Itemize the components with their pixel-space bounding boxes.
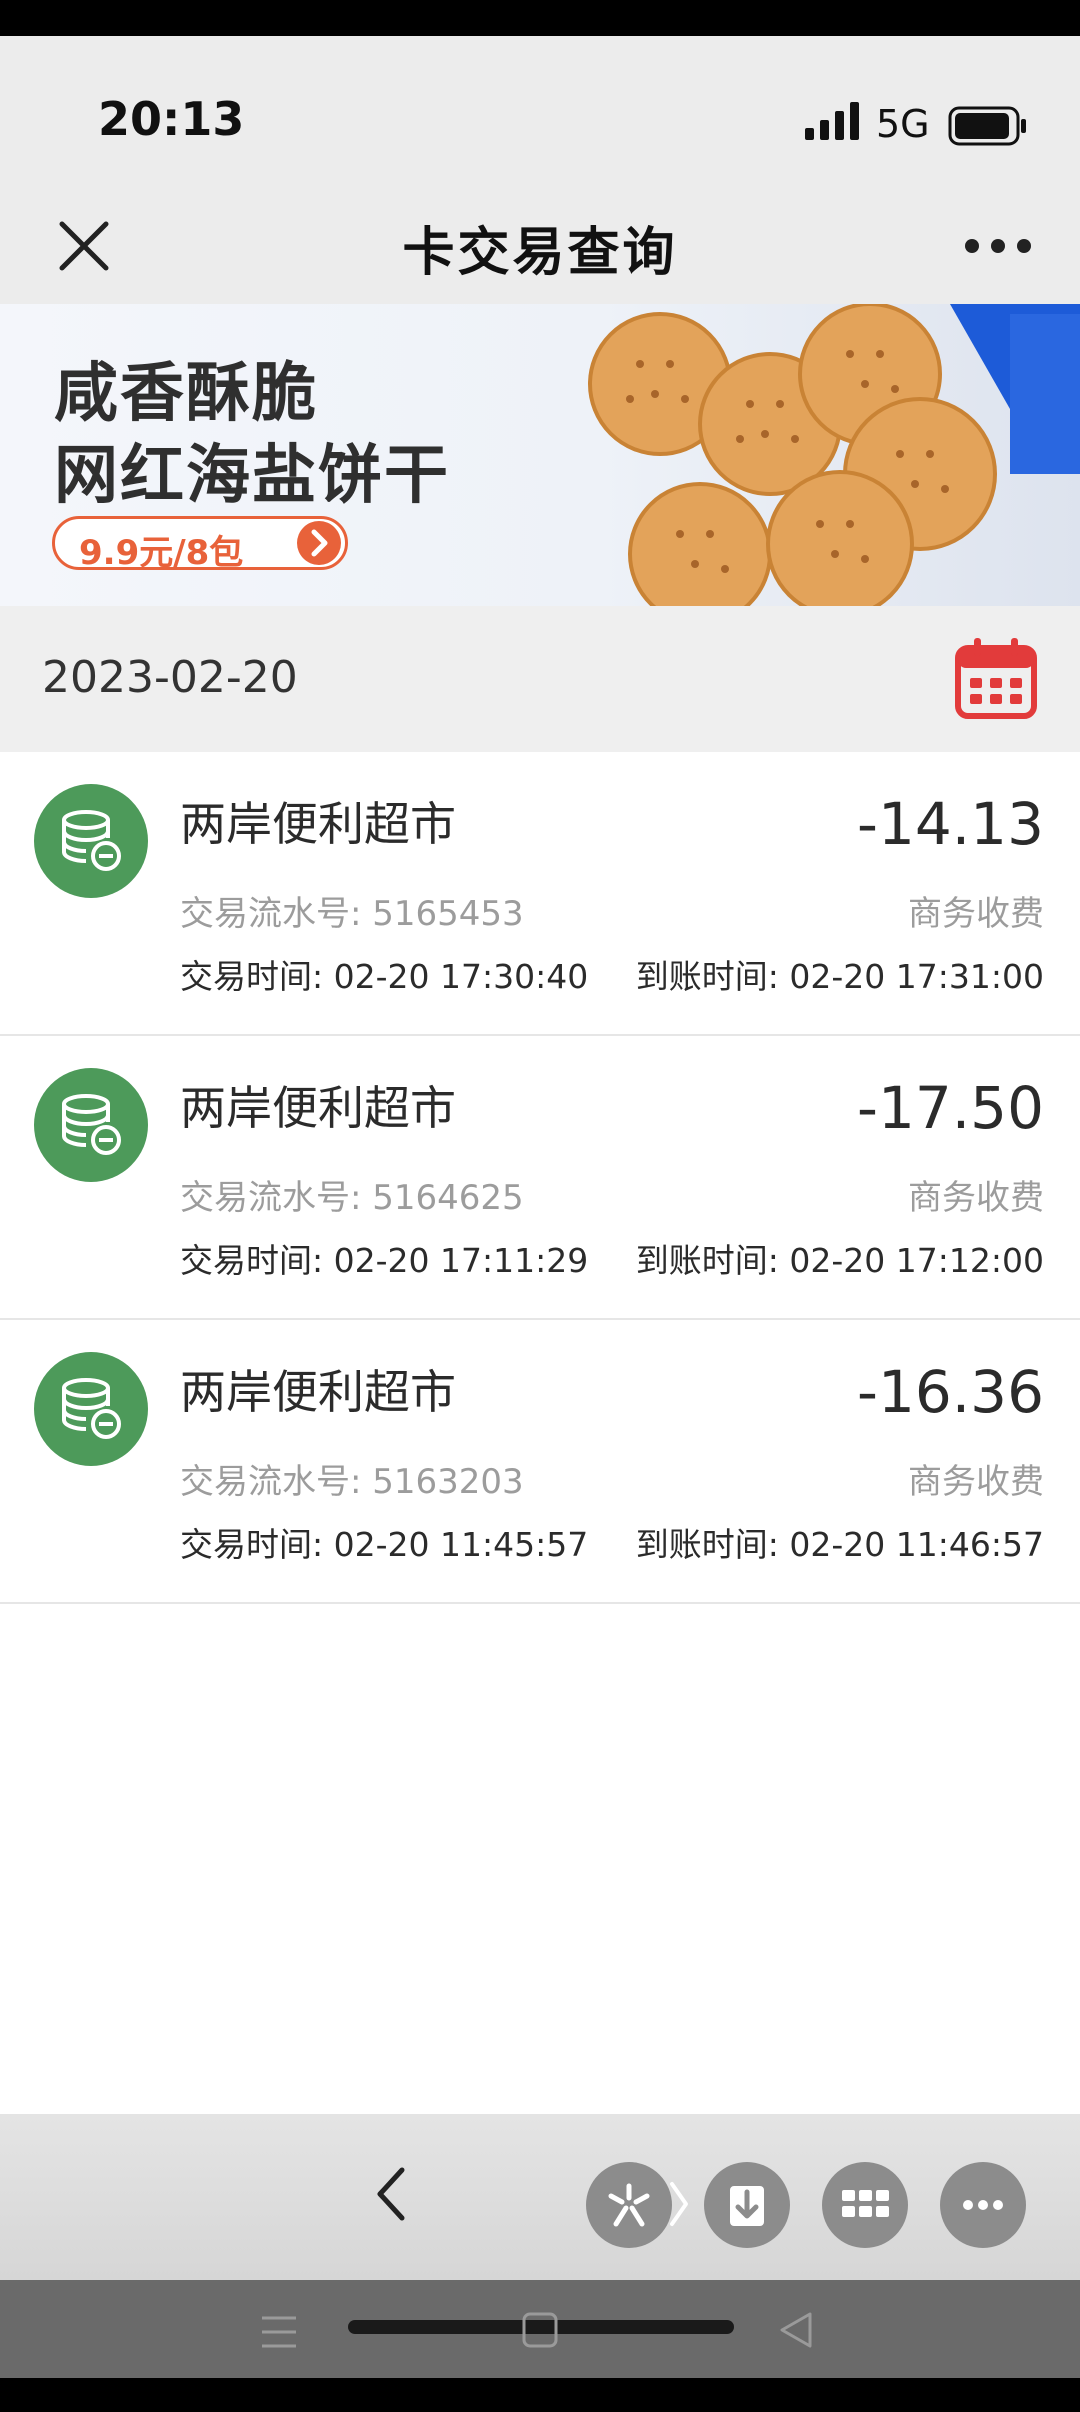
calendar-icon[interactable] (954, 636, 1038, 720)
transaction-category: 商务收费 (908, 894, 1044, 934)
back-triangle-icon[interactable] (776, 2310, 816, 2350)
database-minus-icon (34, 1068, 148, 1182)
sparkle-icon[interactable] (586, 2162, 672, 2248)
bottom-black-bar (0, 2378, 1080, 2412)
more-icon[interactable] (940, 2162, 1026, 2248)
trade-time: 交易时间: 02-20 11:45:57 (180, 1525, 589, 1564)
selected-date: 2023-02-20 (42, 652, 298, 703)
network-type: 5G (876, 102, 930, 146)
merchant-name: 两岸便利超市 (180, 797, 456, 851)
more-icon[interactable] (962, 228, 1034, 264)
merchant-name: 两岸便利超市 (180, 1081, 456, 1135)
status-bar: 20:13 5G (0, 36, 1080, 186)
merchant-name: 两岸便利超市 (180, 1365, 456, 1419)
promo-banner[interactable]: 咸香酥脆 网红海盐饼干 9.9元/8包 (0, 304, 1080, 606)
page-title: 卡交易查询 (402, 223, 678, 283)
status-time: 20:13 (98, 92, 245, 146)
arrival-time: 到账时间: 02-20 11:46:57 (635, 1525, 1044, 1564)
transaction-serial: 交易流水号: 5164625 (180, 1178, 524, 1218)
home-square-icon[interactable] (520, 2310, 560, 2350)
arrival-time: 到账时间: 02-20 17:31:00 (635, 957, 1044, 996)
system-navigation-bar (0, 2280, 1080, 2378)
banner-price: 9.9元/8包 (79, 533, 244, 573)
banner-line1: 咸香酥脆 (54, 357, 318, 431)
chevron-right-icon (670, 2182, 688, 2226)
top-black-bar (0, 0, 1080, 36)
transaction-list: 两岸便利超市 -14.13 交易流水号: 5165453 商务收费 交易时间: … (0, 752, 1080, 1604)
grid-icon[interactable] (822, 2162, 908, 2248)
transaction-row[interactable]: 两岸便利超市 -14.13 交易流水号: 5165453 商务收费 交易时间: … (0, 752, 1080, 1036)
database-minus-icon (34, 784, 148, 898)
battery-icon (948, 106, 1026, 146)
transaction-serial: 交易流水号: 5163203 (180, 1462, 524, 1502)
database-minus-icon (34, 1352, 148, 1466)
menu-icon[interactable] (258, 2312, 300, 2352)
transaction-category: 商务收费 (908, 1178, 1044, 1218)
signal-icon (805, 102, 859, 140)
transaction-serial: 交易流水号: 5165453 (180, 894, 524, 934)
transaction-row[interactable]: 两岸便利超市 -17.50 交易流水号: 5164625 商务收费 交易时间: … (0, 1036, 1080, 1320)
transaction-amount: -17.50 (857, 1074, 1044, 1142)
trade-time: 交易时间: 02-20 17:30:40 (180, 957, 589, 996)
trade-time: 交易时间: 02-20 17:11:29 (180, 1241, 589, 1280)
browser-toolbar (0, 2114, 1080, 2280)
transaction-category: 商务收费 (908, 1462, 1044, 1502)
arrival-time: 到账时间: 02-20 17:12:00 (635, 1241, 1044, 1280)
chevron-left-icon[interactable] (368, 2164, 418, 2224)
biscuit-image (588, 304, 1080, 606)
banner-price-pill[interactable]: 9.9元/8包 (52, 516, 348, 573)
navigation-bar: 卡交易查询 (0, 186, 1080, 304)
transaction-amount: -14.13 (857, 790, 1044, 858)
transaction-row[interactable]: 两岸便利超市 -16.36 交易流水号: 5163203 商务收费 交易时间: … (0, 1320, 1080, 1604)
banner-line2: 网红海盐饼干 (54, 439, 450, 513)
download-icon[interactable] (704, 2162, 790, 2248)
date-filter-bar: 2023-02-20 (0, 606, 1080, 752)
transaction-amount: -16.36 (857, 1358, 1044, 1426)
chevron-right-icon (297, 521, 341, 565)
